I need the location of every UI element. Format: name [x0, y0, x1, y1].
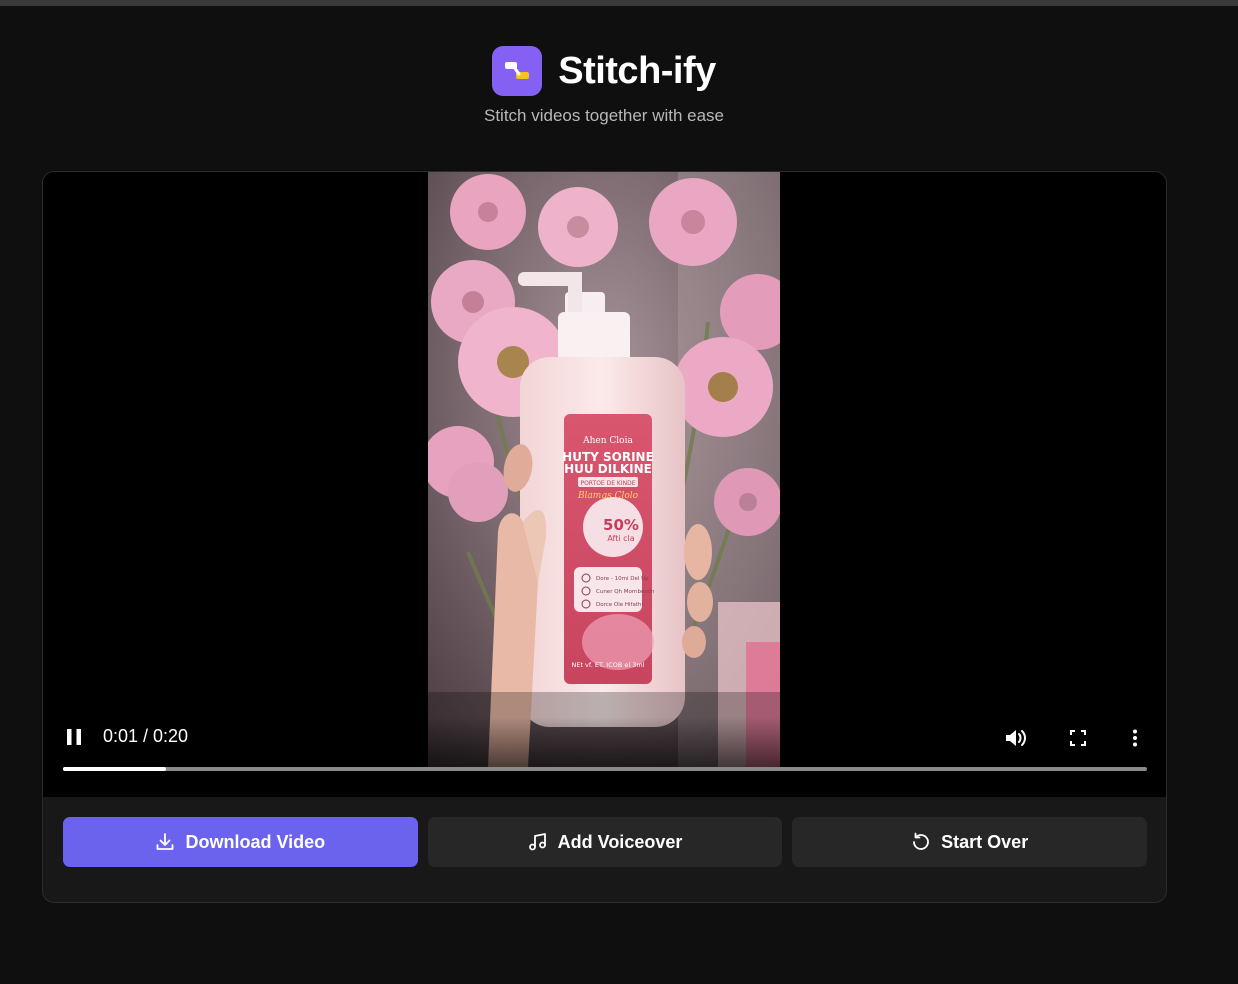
seek-bar[interactable] — [63, 767, 1147, 771]
label-check-1: Dore - 10mi Del Up — [596, 576, 649, 582]
label-check-3: Dorce Ole Hifathi — [596, 602, 643, 608]
video-frame-image: Ahen Cloia HUTY SORINE HUU DILKINE PORTO… — [428, 172, 780, 767]
pause-icon — [67, 729, 81, 745]
label-check-2: Cuner Qh Mornbestin — [596, 589, 655, 595]
download-video-label: Download Video — [185, 831, 326, 852]
label-badge-top: 50% — [603, 516, 639, 534]
label-sub: PORTOE DE KINDE — [580, 480, 635, 487]
start-over-button[interactable]: Start Over — [792, 817, 1148, 867]
fullscreen-button[interactable] — [1064, 724, 1092, 752]
app-subtitle: Stitch videos together with ease — [483, 106, 725, 125]
pause-button[interactable] — [61, 724, 87, 750]
label-brand-text: Ahen Cloia — [582, 436, 633, 446]
browser-top-strip — [0, 0, 1238, 6]
stitch-logo-icon — [492, 46, 543, 96]
download-video-button[interactable]: Download Video — [63, 817, 418, 867]
seek-bar-played — [63, 767, 166, 771]
label-script: Blamgs Clolo — [577, 491, 639, 501]
download-icon — [157, 833, 174, 850]
video-result-card: Ahen Cloia HUTY SORINE HUU DILKINE PORTO… — [42, 171, 1167, 903]
label-footer: NEt vf. ET. ICOB el 3ml — [571, 661, 644, 669]
time-display: 0:01 / 0:20 — [103, 726, 189, 746]
more-vertical-icon — [1133, 729, 1137, 747]
fullscreen-icon — [1070, 730, 1086, 746]
start-over-label: Start Over — [941, 831, 1029, 852]
controls-gradient — [43, 717, 1166, 797]
rotate-ccw-icon — [913, 832, 930, 850]
app-header: Stitch-ify Stitch videos together with e… — [0, 46, 1238, 126]
add-voiceover-label: Add Voiceover — [557, 831, 683, 852]
video-player[interactable]: Ahen Cloia HUTY SORINE HUU DILKINE PORTO… — [43, 172, 1166, 797]
label-badge-bottom: Afti cla — [607, 534, 634, 543]
music-note-icon — [528, 833, 546, 851]
action-buttons: Download Video Add Voiceover Start Over — [63, 817, 1148, 867]
volume-icon — [1006, 730, 1026, 746]
brand: Stitch-ify — [0, 46, 1238, 96]
volume-button[interactable] — [1001, 723, 1031, 753]
app-title: Stitch-ify — [558, 49, 716, 92]
add-voiceover-button[interactable]: Add Voiceover — [427, 817, 783, 867]
video-frame: Ahen Cloia HUTY SORINE HUU DILKINE PORTO… — [428, 172, 780, 767]
more-options-button[interactable] — [1124, 723, 1146, 753]
label-title-line2: HUU DILKINE — [564, 462, 652, 476]
